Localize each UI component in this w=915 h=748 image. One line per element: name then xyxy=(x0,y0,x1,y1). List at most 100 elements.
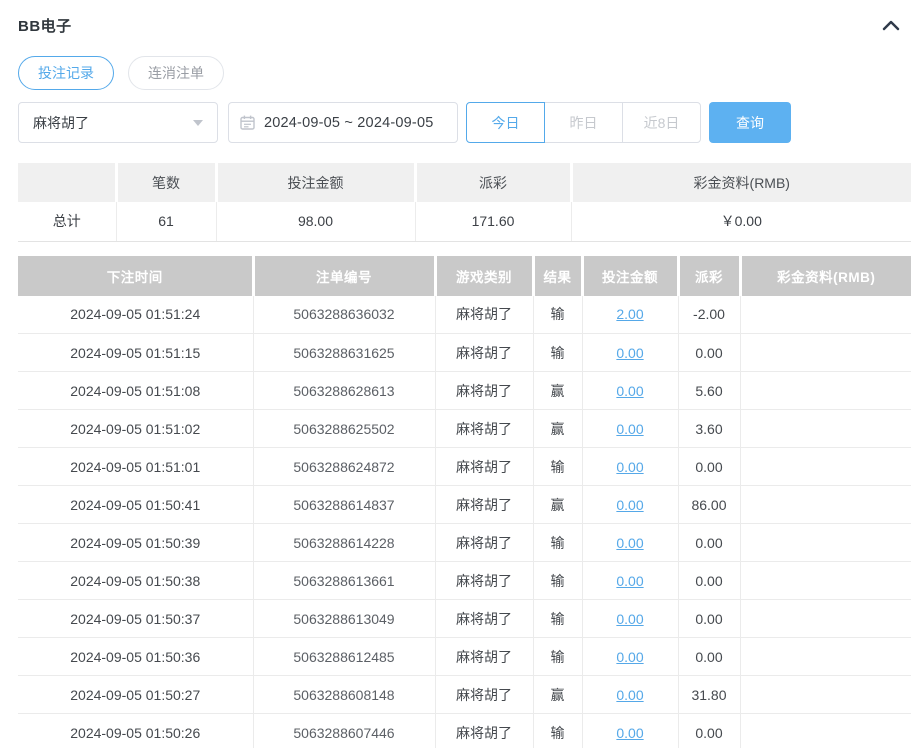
cell-bonus xyxy=(740,523,911,562)
cell-bet-amount: 0.00 xyxy=(582,637,679,676)
cell-game-type: 麻将胡了 xyxy=(435,713,534,748)
cell-bonus xyxy=(740,637,911,676)
cell-bet-amount: 0.00 xyxy=(582,371,679,410)
cell-result: 赢 xyxy=(533,675,583,714)
filter-toolbar: 麻将胡了 2024-09-05 ~ 2024-09-05 今日 昨日 近8日 查… xyxy=(18,102,911,143)
game-select[interactable]: 麻将胡了 xyxy=(18,102,218,143)
cell-order-id: 5063288613661 xyxy=(253,561,436,600)
cell-bet-time: 2024-09-05 01:50:38 xyxy=(18,561,254,600)
game-select-value: 麻将胡了 xyxy=(33,114,89,131)
cell-payout: 0.00 xyxy=(678,637,741,676)
bet-amount-link[interactable]: 0.00 xyxy=(616,611,643,627)
summary-header-blank xyxy=(18,163,118,202)
summary-header-bonus: 彩金资料(RMB) xyxy=(571,163,911,202)
cell-bet-amount: 0.00 xyxy=(582,523,679,562)
cell-game-type: 麻将胡了 xyxy=(435,447,534,486)
table-row: 2024-09-05 01:51:02 5063288625502 麻将胡了 赢… xyxy=(18,409,911,448)
bet-amount-link[interactable]: 0.00 xyxy=(616,383,643,399)
cell-payout: 0.00 xyxy=(678,713,741,748)
bet-amount-link[interactable]: 0.00 xyxy=(616,687,643,703)
tab-betting-records[interactable]: 投注记录 xyxy=(18,56,114,90)
cell-bet-time: 2024-09-05 01:51:02 xyxy=(18,409,254,448)
summary-header-row: 笔数 投注金额 派彩 彩金资料(RMB) xyxy=(18,163,911,202)
cell-bet-amount: 0.00 xyxy=(582,409,679,448)
cell-order-id: 5063288625502 xyxy=(253,409,436,448)
cell-payout: 0.00 xyxy=(678,599,741,638)
cell-game-type: 麻将胡了 xyxy=(435,295,534,334)
cell-result: 输 xyxy=(533,599,583,638)
cell-bet-time: 2024-09-05 01:51:24 xyxy=(18,295,254,334)
cell-bonus xyxy=(740,599,911,638)
cell-result: 输 xyxy=(533,333,583,372)
records-table: 下注时间 注单编号 游戏类别 结果 投注金额 派彩 彩金资料(RMB) 2024… xyxy=(18,255,911,748)
page-title: BB电子 xyxy=(18,17,72,35)
cell-bonus xyxy=(740,295,911,334)
cell-bonus xyxy=(740,371,911,410)
date-range-value: 2024-09-05 ~ 2024-09-05 xyxy=(264,114,434,131)
calendar-icon xyxy=(240,115,255,130)
bet-amount-link[interactable]: 0.00 xyxy=(616,345,643,361)
cell-bonus xyxy=(740,485,911,524)
last-8-days-button[interactable]: 近8日 xyxy=(622,102,701,143)
collapse-panel-button[interactable] xyxy=(881,15,901,35)
header-result: 结果 xyxy=(533,255,584,296)
summary-header-bet-amount: 投注金额 xyxy=(216,163,417,202)
header-bonus: 彩金资料(RMB) xyxy=(740,255,911,296)
cell-bet-amount: 0.00 xyxy=(582,485,679,524)
cell-result: 输 xyxy=(533,523,583,562)
table-row: 2024-09-05 01:51:08 5063288628613 麻将胡了 赢… xyxy=(18,371,911,410)
cell-bet-time: 2024-09-05 01:51:08 xyxy=(18,371,254,410)
tab-cancelled-orders[interactable]: 连消注单 xyxy=(128,56,224,90)
yesterday-button[interactable]: 昨日 xyxy=(544,102,623,143)
summary-table: 笔数 投注金额 派彩 彩金资料(RMB) 总计 61 98.00 171.60 … xyxy=(18,163,911,242)
cell-result: 输 xyxy=(533,713,583,748)
bet-amount-link[interactable]: 2.00 xyxy=(616,306,643,322)
bet-amount-link[interactable]: 0.00 xyxy=(616,725,643,741)
cell-result: 赢 xyxy=(533,485,583,524)
summary-total-bet-amount: 98.00 xyxy=(216,202,416,242)
cell-order-id: 5063288631625 xyxy=(253,333,436,372)
cell-order-id: 5063288636032 xyxy=(253,295,436,334)
cell-order-id: 5063288612485 xyxy=(253,637,436,676)
cell-bet-amount: 2.00 xyxy=(582,295,679,334)
cell-bet-time: 2024-09-05 01:50:41 xyxy=(18,485,254,524)
bet-amount-link[interactable]: 0.00 xyxy=(616,421,643,437)
cell-result: 赢 xyxy=(533,371,583,410)
bet-amount-link[interactable]: 0.00 xyxy=(616,497,643,513)
header-bet-time: 下注时间 xyxy=(18,255,255,296)
bet-amount-link[interactable]: 0.00 xyxy=(616,649,643,665)
cell-order-id: 5063288608148 xyxy=(253,675,436,714)
bet-amount-link[interactable]: 0.00 xyxy=(616,459,643,475)
table-row: 2024-09-05 01:50:27 5063288608148 麻将胡了 赢… xyxy=(18,675,911,714)
cell-bet-time: 2024-09-05 01:50:39 xyxy=(18,523,254,562)
cell-result: 赢 xyxy=(533,409,583,448)
betting-records-panel: BB电子 投注记录 连消注单 麻将胡了 2024-09-05 ~ 2024-09… xyxy=(0,0,915,748)
cell-game-type: 麻将胡了 xyxy=(435,485,534,524)
summary-total-label: 总计 xyxy=(18,202,117,242)
search-button[interactable]: 查询 xyxy=(709,102,791,143)
record-type-tabs: 投注记录 连消注单 xyxy=(18,56,911,90)
table-row: 2024-09-05 01:50:38 5063288613661 麻将胡了 输… xyxy=(18,561,911,600)
quick-date-buttons: 今日 昨日 近8日 xyxy=(466,102,701,143)
table-row: 2024-09-05 01:50:36 5063288612485 麻将胡了 输… xyxy=(18,637,911,676)
cell-result: 输 xyxy=(533,637,583,676)
cell-payout: 86.00 xyxy=(678,485,741,524)
cell-payout: 3.60 xyxy=(678,409,741,448)
bet-amount-link[interactable]: 0.00 xyxy=(616,573,643,589)
cell-order-id: 5063288614837 xyxy=(253,485,436,524)
today-button[interactable]: 今日 xyxy=(466,102,545,143)
cell-bet-amount: 0.00 xyxy=(582,713,679,748)
cell-bonus xyxy=(740,409,911,448)
date-range-input[interactable]: 2024-09-05 ~ 2024-09-05 xyxy=(228,102,458,143)
summary-header-count: 笔数 xyxy=(116,163,218,202)
cell-bet-amount: 0.00 xyxy=(582,599,679,638)
cell-order-id: 5063288607446 xyxy=(253,713,436,748)
cell-bet-time: 2024-09-05 01:50:36 xyxy=(18,637,254,676)
table-row: 2024-09-05 01:51:15 5063288631625 麻将胡了 输… xyxy=(18,333,911,372)
bet-amount-link[interactable]: 0.00 xyxy=(616,535,643,551)
summary-total-count: 61 xyxy=(116,202,217,242)
cell-game-type: 麻将胡了 xyxy=(435,371,534,410)
cell-order-id: 5063288614228 xyxy=(253,523,436,562)
cell-game-type: 麻将胡了 xyxy=(435,561,534,600)
records-header-row: 下注时间 注单编号 游戏类别 结果 投注金额 派彩 彩金资料(RMB) xyxy=(18,255,911,296)
